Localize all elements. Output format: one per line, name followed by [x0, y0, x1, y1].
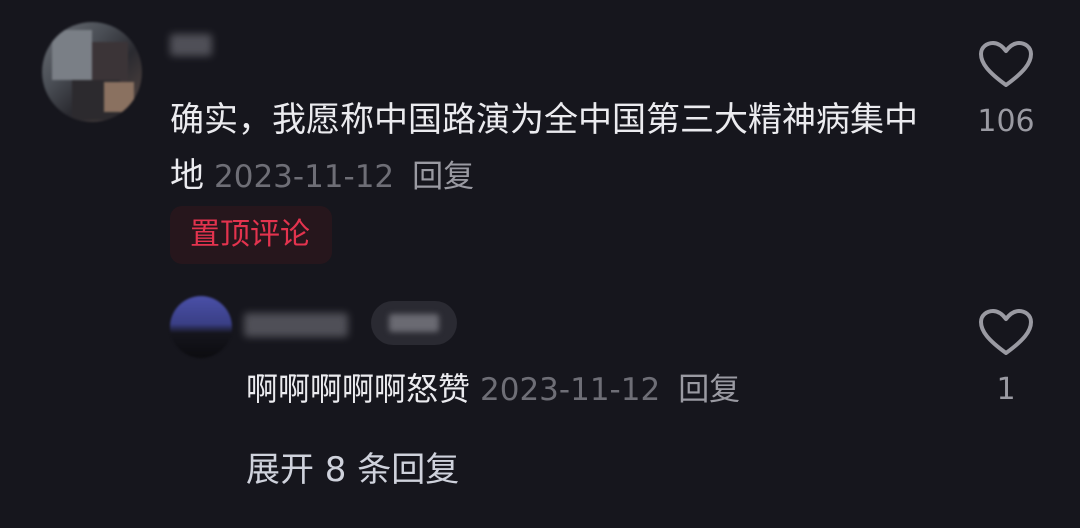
commenter-avatar[interactable]: [42, 22, 142, 122]
avatar-pixel: [104, 82, 134, 112]
replier-name-blurred[interactable]: [244, 313, 348, 337]
comment-date: 2023-11-12: [214, 159, 395, 195]
expand-replies-button[interactable]: 展开 8 条回复: [246, 444, 459, 496]
reply-date: 2023-11-12: [480, 372, 661, 408]
replier-tag-blurred: [371, 301, 457, 345]
avatar-pixel: [52, 30, 92, 80]
reply-text: 啊啊啊啊啊怒赞: [246, 370, 471, 408]
comment-like-count: 106: [977, 104, 1035, 139]
heart-outline-icon[interactable]: [978, 40, 1034, 90]
replier-avatar[interactable]: [170, 296, 232, 358]
commenter-name-blurred[interactable]: [170, 34, 212, 56]
reply-reply-button[interactable]: 回复: [678, 372, 740, 408]
reply-like-count: 1: [996, 372, 1016, 407]
comment-body[interactable]: 确实，我愿称中国路演为全中国第三大精神病集中地 2023-11-12 回复: [170, 92, 940, 205]
tag-blur-content: [389, 314, 439, 332]
heart-outline-icon[interactable]: [978, 308, 1034, 358]
avatar-pixel: [92, 42, 128, 84]
pinned-comment-badge: 置顶评论: [170, 206, 332, 264]
reply-body[interactable]: 啊啊啊啊啊怒赞 2023-11-12 回复: [246, 364, 740, 415]
comment-reply-button[interactable]: 回复: [412, 159, 474, 195]
